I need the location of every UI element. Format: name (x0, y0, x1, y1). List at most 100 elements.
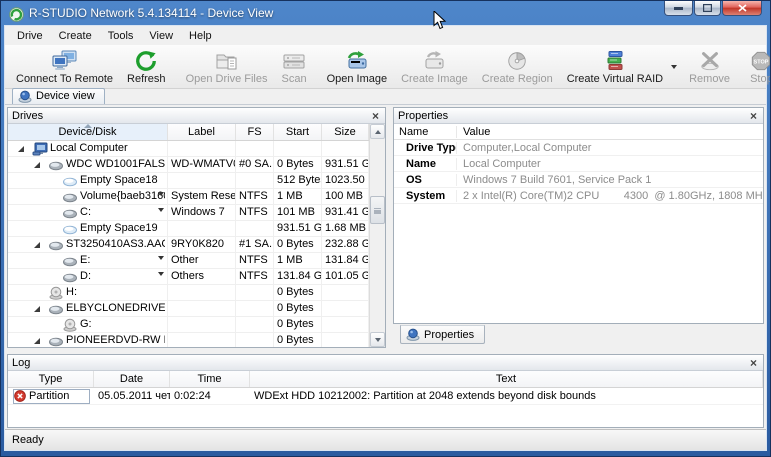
properties-close-icon[interactable]: × (748, 111, 759, 121)
table-row[interactable]: E: OtherNTFS1 MB131.84 GB (8, 253, 369, 269)
expander-icon[interactable] (34, 162, 48, 168)
open-drive-files-button[interactable]: Open Drive Files (179, 46, 275, 88)
tab-device-view[interactable]: Device view (12, 88, 105, 104)
disk-icon (62, 254, 78, 268)
column-value[interactable]: Value (456, 126, 763, 138)
refresh-icon (135, 48, 157, 73)
window-title: R-STUDIO Network 5.4.134114 - Device Vie… (29, 6, 273, 20)
toolbar-label: Connect To Remote (16, 73, 113, 85)
status-text: Ready (12, 434, 44, 446)
column-fs[interactable]: FS (236, 124, 274, 140)
scrollbar-thumb[interactable] (370, 196, 385, 224)
refresh-button[interactable]: Refresh (120, 46, 173, 88)
table-row[interactable]: PIONEERDVD-RW DVR-... 0 Bytes (8, 333, 369, 347)
menu-help[interactable]: Help (181, 28, 220, 44)
property-row[interactable]: OS Windows 7 Build 7601, Service Pack 1 (394, 172, 763, 188)
stop-button[interactable]: STOP Stop (743, 46, 771, 88)
expander-icon[interactable] (34, 306, 48, 312)
table-row[interactable]: ELBYCLONEDRIVE1.4 0 Bytes (8, 301, 369, 317)
create-virtual-raid-button[interactable]: Create Virtual RAID (560, 46, 670, 88)
column-time[interactable]: Time (170, 371, 250, 387)
table-row[interactable]: Local Computer (8, 141, 369, 157)
toolbar: Connect To Remote Refresh Open Drive Fil… (5, 45, 766, 89)
disk-icon (62, 190, 78, 204)
remove-button[interactable]: Remove (682, 46, 737, 88)
create-virtual-raid-dropdown[interactable] (670, 46, 682, 88)
svg-text:STOP: STOP (754, 59, 769, 65)
menu-drive[interactable]: Drive (9, 28, 51, 44)
app-icon (9, 7, 24, 22)
column-text[interactable]: Text (250, 371, 763, 387)
chevron-down-icon (671, 65, 677, 69)
table-row[interactable]: C: Windows 7NTFS101 MB931.41 GB (8, 205, 369, 221)
drives-close-icon[interactable]: × (370, 111, 381, 121)
column-name[interactable]: Name (394, 126, 456, 138)
properties-column-header: Name Value (394, 124, 763, 140)
tab-properties[interactable]: Properties (400, 325, 485, 344)
restore-button[interactable] (694, 1, 721, 16)
drives-scrollbar[interactable] (369, 124, 385, 347)
property-row[interactable]: Drive Type Computer,Local Computer (394, 140, 763, 156)
cdrom-icon (48, 286, 64, 300)
row-dropdown-icon[interactable] (158, 259, 164, 268)
log-entry-row[interactable]: Partition 05.05.2011 четв... 0:02:24 WDE… (8, 388, 763, 405)
properties-panel-header[interactable]: Properties × (394, 108, 763, 124)
expander-icon[interactable] (34, 338, 48, 344)
connect-to-remote-button[interactable]: Connect To Remote (9, 46, 120, 88)
menu-create[interactable]: Create (51, 28, 100, 44)
property-row[interactable]: Name Local Computer (394, 156, 763, 172)
toolbar-label: Refresh (127, 73, 166, 85)
table-row[interactable]: Empty Space19 931.51 GB1.68 MB (8, 221, 369, 237)
column-start[interactable]: Start (274, 124, 322, 140)
log-panel: Log × Type Date Time Text Partition 05.0… (7, 354, 764, 428)
column-label[interactable]: Label (168, 124, 236, 140)
menubar: Drive Create Tools View Help (5, 26, 766, 45)
create-region-icon (506, 48, 528, 73)
cdrom-icon (62, 318, 78, 332)
remote-computers-icon (52, 48, 78, 73)
log-panel-header[interactable]: Log × (8, 355, 763, 371)
expander-icon[interactable] (34, 242, 48, 248)
column-device-disk[interactable]: Device/Disk (8, 124, 168, 140)
disk-icon (48, 302, 64, 316)
row-dropdown-icon[interactable] (158, 195, 164, 204)
create-image-button[interactable]: Create Image (394, 46, 475, 88)
disk-icon (48, 238, 64, 252)
table-row[interactable]: Empty Space18 512 Bytes1023.50 KB (8, 173, 369, 189)
column-type[interactable]: Type (8, 371, 94, 387)
titlebar[interactable]: R-STUDIO Network 5.4.134114 - Device Vie… (1, 1, 770, 25)
table-row[interactable]: D: OthersNTFS131.84 GB101.05 GB (8, 269, 369, 285)
scroll-down-icon[interactable] (370, 332, 385, 347)
properties-panel: Properties × Name Value Drive Type Compu… (393, 107, 764, 324)
table-row[interactable]: WDC WD1001FALS-00J... WD-WMATV0...#0 SA.… (8, 157, 369, 173)
row-dropdown-icon[interactable] (158, 275, 164, 284)
minimize-button[interactable] (664, 1, 693, 16)
property-row[interactable]: System 2 x Intel(R) Core(TM)2 CPU 4300 @… (394, 188, 763, 204)
table-row[interactable]: ST3250410AS3.AAC 9RY0K820#1 SA...0 Bytes… (8, 237, 369, 253)
scroll-up-icon[interactable] (370, 124, 385, 139)
row-dropdown-icon[interactable] (158, 211, 164, 220)
log-close-icon[interactable]: × (748, 358, 759, 368)
expander-icon[interactable] (18, 146, 32, 152)
scan-button[interactable]: Scan (274, 46, 313, 88)
column-date[interactable]: Date (94, 371, 170, 387)
table-row[interactable]: Volume{baeb3160-... System Reser...NTFS1… (8, 189, 369, 205)
toolbar-label: Open Image (327, 73, 388, 85)
panel-splitter[interactable] (386, 107, 393, 348)
table-row[interactable]: G: 0 Bytes (8, 317, 369, 333)
close-button[interactable] (722, 1, 762, 16)
table-row[interactable]: H: 0 Bytes (8, 285, 369, 301)
tab-label: Properties (424, 329, 474, 341)
drives-panel-header[interactable]: Drives × (8, 108, 385, 124)
log-type-cell[interactable]: Partition (13, 389, 90, 404)
menu-view[interactable]: View (141, 28, 181, 44)
toolbar-label: Create Virtual RAID (567, 73, 663, 85)
menu-tools[interactable]: Tools (100, 28, 142, 44)
disk-icon (48, 158, 64, 172)
create-region-button[interactable]: Create Region (475, 46, 560, 88)
toolbar-label: Scan (281, 73, 306, 85)
toolbar-label: Stop (750, 73, 771, 85)
open-image-button[interactable]: Open Image (320, 46, 395, 88)
column-size[interactable]: Size (322, 124, 369, 140)
disk-icon (48, 334, 64, 348)
